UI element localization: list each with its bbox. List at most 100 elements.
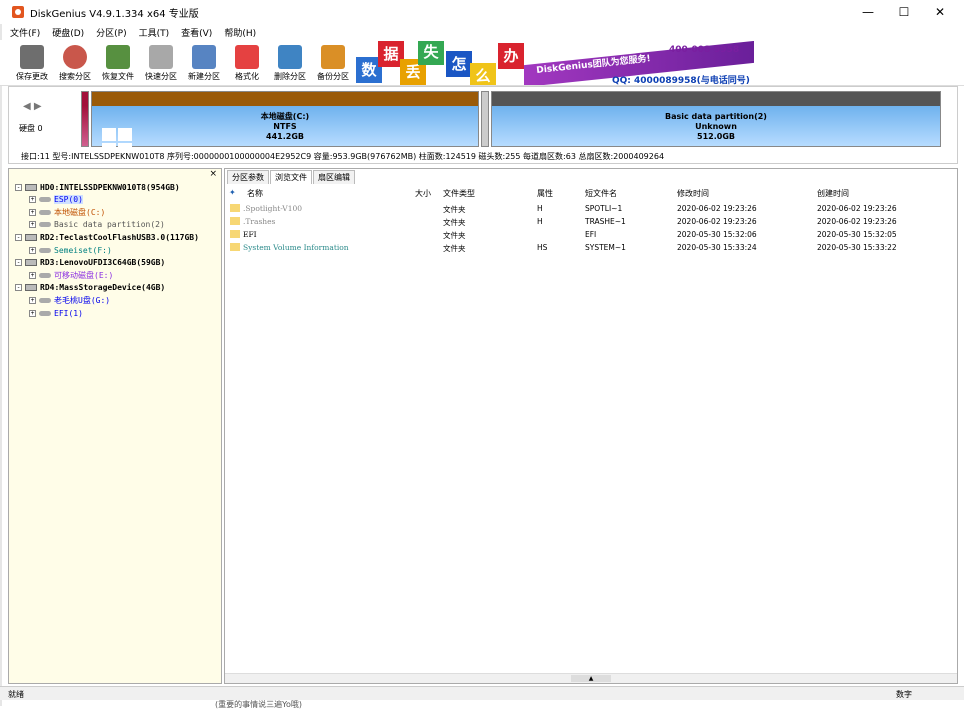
ad-banner[interactable]: DiskGenius团队为您服务! 400-008-9958 QQ: 40000… <box>354 41 754 85</box>
close-button[interactable]: ✕ <box>922 0 958 24</box>
tree-partition-node[interactable]: + ESP(0) <box>29 194 83 206</box>
menu-tools[interactable]: 工具(T) <box>139 26 170 39</box>
banner-slogan-box: DiskGenius团队为您服务! 400-008-9958 QQ: 40000… <box>524 41 754 85</box>
file-cell-type: 文件夹 <box>443 205 466 214</box>
expand-icon[interactable]: + <box>29 296 36 304</box>
banner-char: 么 <box>470 63 496 85</box>
disk-nav: ◀ ▶ <box>23 101 42 112</box>
close-icon[interactable]: × <box>209 169 217 179</box>
disk-icon <box>25 183 37 191</box>
maximize-button[interactable]: ☐ <box>886 0 922 24</box>
esp-partition-bar[interactable] <box>81 91 89 147</box>
toolbar-label: 新建分区 <box>188 72 220 81</box>
expand-icon[interactable]: + <box>29 208 36 216</box>
expand-icon[interactable]: + <box>29 309 36 317</box>
toolbar-button-1[interactable]: 搜索分区 <box>53 43 97 83</box>
menu-disk[interactable]: 硬盘(D) <box>52 26 84 39</box>
tree-disk-node[interactable]: - HD0:INTELSSDPEKNW010T8(954GB) <box>15 181 180 193</box>
collapse-icon[interactable]: - <box>15 183 22 191</box>
title-bar: DiskGenius V4.9.1.334 x64 专业版 — ☐ ✕ <box>0 0 964 24</box>
file-row[interactable]: .Spotlight-V100 文件夹 H SPOTLI~1 2020-06-02 19… <box>225 202 957 215</box>
menu-file[interactable]: 文件(F) <box>10 26 40 39</box>
up-arrow-icon[interactable]: ✦ <box>229 188 236 197</box>
menu-help[interactable]: 帮助(H) <box>224 26 256 39</box>
partition-icon <box>39 209 51 215</box>
disk-tree-panel: × - HD0:INTELSSDPEKNW010T8(954GB) + ESP(0) +… <box>8 168 222 684</box>
menu-bar: 文件(F) 硬盘(D) 分区(P) 工具(T) 查看(V) 帮助(H) <box>0 24 964 40</box>
tab-sector-edit[interactable]: 扇区编辑 <box>313 170 355 184</box>
partition-c-fs: NTFS <box>273 122 297 131</box>
col-size[interactable]: 大小 <box>415 188 431 199</box>
partition-2-fs: Unknown <box>695 122 737 131</box>
tree-node-label: Semeiset(F:) <box>54 245 112 255</box>
tree-partition-node[interactable]: + 可移动磁盘(E:) <box>29 269 113 281</box>
partition-c-bar[interactable]: 本地磁盘(C:) NTFS 441.2GB <box>91 91 479 156</box>
horizontal-scrollbar[interactable]: ▲ <box>225 673 957 683</box>
collapse-icon[interactable]: - <box>15 259 22 267</box>
toolbar-button-5[interactable]: 格式化 <box>225 43 269 83</box>
col-type[interactable]: 文件类型 <box>443 188 475 199</box>
file-cell-mtime: 2020-06-02 19:23:26 <box>677 204 757 213</box>
col-modified[interactable]: 修改时间 <box>677 188 709 199</box>
msr-partition-bar[interactable] <box>481 91 489 147</box>
disk-map-panel: ◀ ▶ 硬盘 0 本地磁盘(C:) NTFS 441.2GB Basic dat… <box>8 86 958 164</box>
file-cell-short: SYSTEM~1 <box>585 243 626 252</box>
toolbar-button-4[interactable]: 新建分区 <box>182 43 226 83</box>
toolbar-button-0[interactable]: 保存更改 <box>10 43 54 83</box>
tab-partition-params[interactable]: 分区参数 <box>227 170 269 184</box>
collapse-icon[interactable]: - <box>15 284 22 292</box>
toolbar-button-3[interactable]: 快速分区 <box>139 43 183 83</box>
toolbar-label: 搜索分区 <box>59 72 91 81</box>
file-cell-ctime: 2020-06-02 19:23:26 <box>817 217 897 226</box>
toolbar-label: 格式化 <box>235 72 259 81</box>
file-cell-short: TRASHE~1 <box>585 217 626 226</box>
expand-icon[interactable]: + <box>29 271 36 279</box>
expand-icon[interactable]: + <box>29 246 36 254</box>
prev-disk-icon[interactable]: ◀ <box>23 101 31 112</box>
expand-icon[interactable]: + <box>29 196 36 204</box>
toolbar-button-6[interactable]: 删除分区 <box>268 43 312 83</box>
save-icon <box>20 45 44 69</box>
tree-partition-node[interactable]: + EFI(1) <box>29 307 83 319</box>
tree-node-label: RD4:MassStorageDevice(4GB) <box>40 283 166 293</box>
tree-disk-node[interactable]: - RD4:MassStorageDevice(4GB) <box>15 282 165 294</box>
menu-partition[interactable]: 分区(P) <box>96 26 126 39</box>
tree-partition-node[interactable]: + Semeiset(F:) <box>29 244 112 256</box>
tab-browse-files[interactable]: 浏览文件 <box>270 170 312 184</box>
toolbar-button-7[interactable]: 备份分区 <box>311 43 355 83</box>
file-row[interactable]: EFI 文件夹 EFI 2020-05-30 15:32:06 2020-05-30 1… <box>225 228 957 241</box>
file-cell-short: EFI <box>585 230 597 239</box>
toolbar-button-2[interactable]: 恢复文件 <box>96 43 140 83</box>
tree-partition-node[interactable]: + 老毛桃U盘(G:) <box>29 294 110 306</box>
tree-node-label: RD2:TeclastCoolFlashUSB3.0(117GB) <box>40 232 199 242</box>
disk-info: 接口:11 型号:INTELSSDPEKNW010T8 序列号:00000001… <box>21 152 665 161</box>
tree-disk-node[interactable]: - RD2:TeclastCoolFlashUSB3.0(117GB) <box>15 231 199 243</box>
col-attr[interactable]: 属性 <box>537 188 553 199</box>
tree-partition-node[interactable]: + Basic data partition(2) <box>29 219 165 231</box>
file-cell-short: SPOTLI~1 <box>585 204 623 213</box>
expand-icon[interactable]: + <box>29 221 36 229</box>
col-name[interactable]: 名称 <box>247 188 263 199</box>
banner-qq: QQ: 4000089958(与电话同号) <box>612 76 750 85</box>
tree-partition-node[interactable]: + 本地磁盘(C:) <box>29 206 105 218</box>
format-icon <box>235 45 259 69</box>
next-disk-icon[interactable]: ▶ <box>34 101 42 112</box>
disk-icon <box>25 233 37 241</box>
partition-icon <box>39 197 51 203</box>
file-row[interactable]: System Volume Information 文件夹 HS SYSTEM~1 20… <box>225 241 957 254</box>
col-short-name[interactable]: 短文件名 <box>585 188 617 199</box>
partition-2-bar[interactable]: Basic data partition(2) Unknown 512.0GB <box>491 91 941 147</box>
col-created[interactable]: 创建时间 <box>817 188 849 199</box>
scroll-thumb[interactable]: ▲ <box>571 675 611 682</box>
minimize-button[interactable]: — <box>850 0 886 24</box>
menu-view[interactable]: 查看(V) <box>181 26 212 39</box>
file-list-header: ✦ 名称 大小 文件类型 属性 短文件名 修改时间 创建时间 <box>225 186 957 200</box>
tree-disk-node[interactable]: - RD3:LenovoUFDI3C64GB(59GB) <box>15 257 165 269</box>
partition-icon <box>39 272 51 278</box>
partition-icon <box>39 310 51 316</box>
partition-2-size: 512.0GB <box>697 132 735 141</box>
file-row[interactable]: .Trashes 文件夹 H TRASHE~1 2020-06-02 19:23:26 2… <box>225 215 957 228</box>
tree-node-label: 本地磁盘(C:) <box>54 207 106 217</box>
collapse-icon[interactable]: - <box>15 233 22 241</box>
tree-node-label: Basic data partition(2) <box>54 220 165 230</box>
